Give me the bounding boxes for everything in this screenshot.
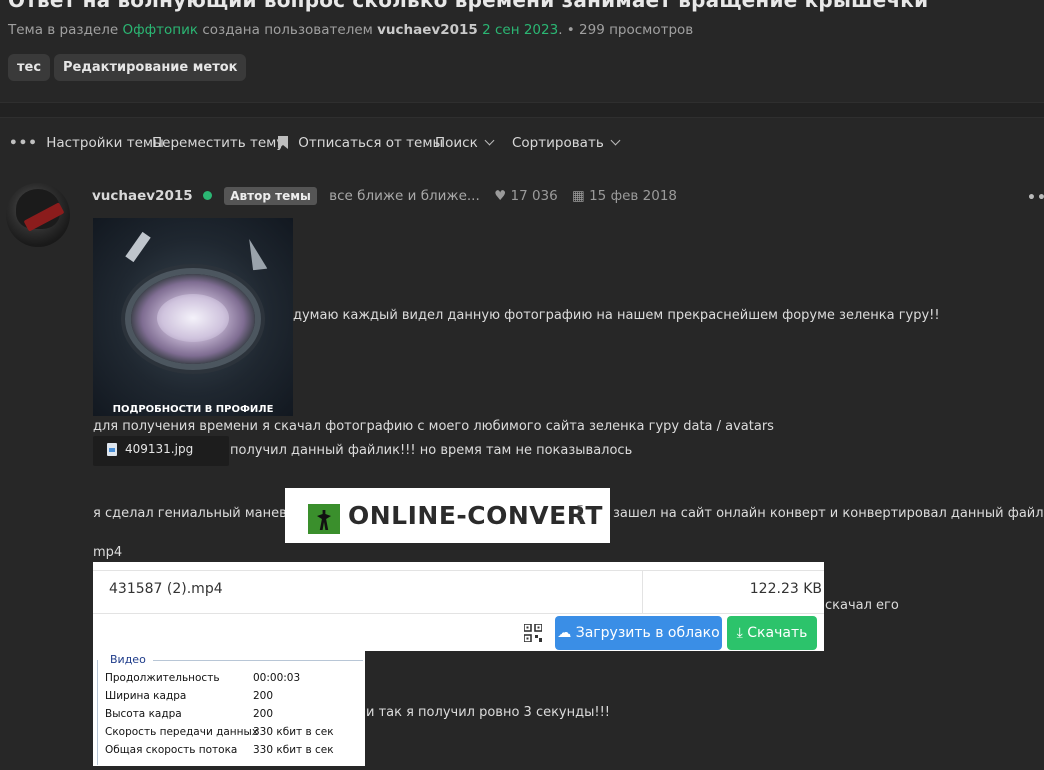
post-text-line2: для получения времени я скачал фотографи… <box>93 419 774 434</box>
meta-prefix: Тема в разделе <box>8 22 119 38</box>
post-text-line1: думаю каждый видел данную фотографию на … <box>293 308 940 323</box>
thread-date[interactable]: 2 сен 2023 <box>482 22 558 38</box>
media-info-value: 00:00:03 <box>253 672 301 684</box>
chevron-down-icon <box>484 135 495 146</box>
move-thread-button[interactable]: Переместить тему <box>152 135 284 151</box>
bookmark-icon <box>278 136 288 149</box>
likes-count: 17 036 <box>510 188 558 204</box>
post-header: vuchaev2015 Автор темы все ближе и ближе… <box>92 187 677 205</box>
media-info-value: 330 кбит в сек <box>253 726 334 738</box>
search-dropdown[interactable]: Поиск <box>435 135 495 151</box>
download-label: Скачать <box>747 625 808 641</box>
media-info-legend: Видео <box>110 653 146 666</box>
post-text-line4b: зашел на сайт онлайн конверт и конвертир… <box>613 506 1044 521</box>
search-label: Поиск <box>435 135 478 151</box>
download-icon: ⤓ <box>736 625 743 641</box>
registration-date: 15 фев 2018 <box>589 188 678 204</box>
post-text-line4c: mp4 <box>93 545 123 560</box>
thread-settings-label: Настройки темы <box>46 135 164 151</box>
online-convert-logo: ONLINE-CONVERT .COM <box>285 488 610 543</box>
media-info-key: Общая скорость потока <box>105 744 238 756</box>
media-info-value: 330 кбит в сек <box>253 744 334 756</box>
media-info-value: 200 <box>253 690 274 702</box>
calendar-icon: ▦ <box>572 188 585 204</box>
shard-decor <box>125 231 151 263</box>
cap-inner <box>157 294 229 342</box>
section-link[interactable]: Оффтопик <box>122 22 198 38</box>
unsubscribe-button[interactable]: Отписаться от темы <box>278 135 443 151</box>
chevron-down-icon <box>610 135 621 146</box>
thread-settings-button[interactable]: ••• Настройки темы <box>9 135 164 151</box>
download-button[interactable]: ⤓ Скачать <box>727 616 817 650</box>
cloud-upload-icon: ☁ <box>557 625 572 641</box>
views-count: • 299 просмотров <box>566 22 694 38</box>
online-convert-icon <box>308 504 340 534</box>
upload-to-cloud-label: Загрузить в облако <box>575 625 720 641</box>
column-divider <box>642 571 643 613</box>
image-caption: ПОДРОБНОСТИ В ПРОФИЛЕ <box>112 404 274 415</box>
online-indicator <box>202 191 212 200</box>
heart-icon: ♥ <box>494 188 507 204</box>
thread-title: Ответ на волнующий вопрос сколько времен… <box>8 0 929 12</box>
bottle-cap-image[interactable]: ПОДРОБНОСТИ В ПРОФИЛЕ <box>93 218 293 416</box>
post-author[interactable]: vuchaev2015 <box>92 188 193 204</box>
registration: ▦ 15 фев 2018 <box>572 188 677 204</box>
media-info-key: Скорость передачи данных <box>105 726 259 738</box>
upload-to-cloud-button[interactable]: ☁ Загрузить в облако <box>555 616 722 650</box>
media-info-panel: Видео Продолжительность 00:00:03 Ширина … <box>93 651 365 766</box>
unsubscribe-label: Отписаться от темы <box>298 135 444 151</box>
sort-label: Сортировать <box>512 135 604 151</box>
download-file-name: 431587 (2).mp4 <box>109 581 223 597</box>
avatar[interactable] <box>6 183 70 247</box>
post-text-line4a: я сделал гениальный маневр <box>93 506 296 521</box>
media-info-key: Высота кадра <box>105 708 182 720</box>
online-convert-wordmark: ONLINE-CONVERT <box>348 501 603 530</box>
shard-decor <box>243 237 268 274</box>
sort-dropdown[interactable]: Сортировать <box>512 135 621 151</box>
media-info-key: Продолжительность <box>105 672 220 684</box>
thread-meta: Тема в разделе Оффтопик создана пользова… <box>8 22 693 38</box>
likes: ♥ 17 036 <box>494 188 562 204</box>
user-status: все ближе и ближе... <box>329 188 480 204</box>
media-info-key: Ширина кадра <box>105 690 187 702</box>
post-text-line6: и так я получил ровно 3 секунды!!! <box>366 705 611 720</box>
post-menu-icon[interactable]: ••• <box>1027 190 1044 206</box>
attached-file[interactable]: 409131.jpg <box>93 436 229 466</box>
post-text-line3: получил данный файлик!!! но время там не… <box>230 443 633 458</box>
online-convert-suffix: .COM <box>576 504 585 524</box>
edit-tags-button[interactable]: Редактирование меток <box>54 54 247 81</box>
thread-toolbar: ••• Настройки темы Переместить тему Отпи… <box>0 133 1044 153</box>
author-badge: Автор темы <box>224 187 317 205</box>
person-icon <box>317 510 331 530</box>
download-file-row: 431587 (2).mp4 122.23 KB <box>93 570 824 614</box>
download-file-size: 122.23 KB <box>749 581 822 597</box>
post-text-line5: скачал его <box>825 598 899 613</box>
media-info-value: 200 <box>253 708 274 720</box>
frame-line <box>97 660 98 765</box>
qr-code-icon[interactable] <box>524 624 542 642</box>
author-link[interactable]: vuchaev2015 <box>377 22 478 38</box>
frame-line <box>153 660 363 661</box>
download-panel: 431587 (2).mp4 122.23 KB ☁ Загрузить в о… <box>93 562 824 651</box>
tag-chip[interactable]: тес <box>8 54 51 81</box>
attached-file-name: 409131.jpg <box>125 442 194 456</box>
meta-dot: . <box>558 22 563 38</box>
header-divider <box>0 102 1044 118</box>
image-file-icon <box>107 443 117 456</box>
more-dots-icon: ••• <box>9 135 38 151</box>
meta-mid: создана пользователем <box>202 22 373 38</box>
